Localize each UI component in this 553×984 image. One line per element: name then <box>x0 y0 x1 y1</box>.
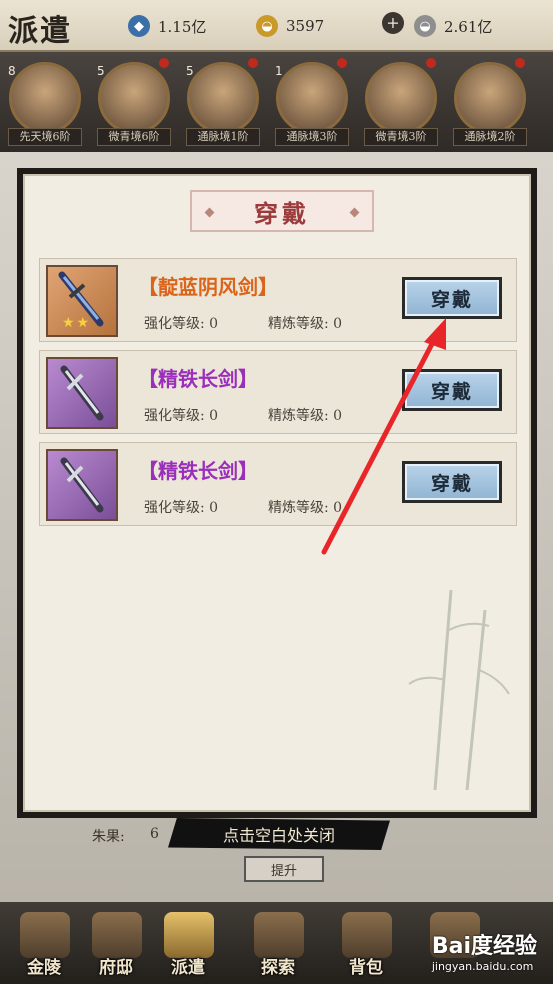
hero-avatar <box>187 62 259 134</box>
strengthen-level: 强化等级: 0 <box>144 408 219 424</box>
watermark-logo: Bai度经验 <box>431 934 537 959</box>
gem-icon: ◆ <box>128 15 150 37</box>
page-title: 派遣 <box>8 14 72 49</box>
list-item: 【精铁长剑】 强化等级: 0 精炼等级: 0 穿戴 <box>39 442 517 526</box>
resource-gem[interactable]: ◆ 1.15亿 <box>128 14 206 38</box>
bamboo-decoration-icon <box>408 589 510 790</box>
fruit-label: 朱果: <box>92 829 125 845</box>
close-hint[interactable]: 点击空白处关闭 <box>168 818 390 850</box>
nav-explore[interactable]: 探索 <box>236 908 320 982</box>
equip-button[interactable]: 穿戴 <box>402 461 502 503</box>
nav-label: 派遣 <box>171 958 205 978</box>
hero-portrait[interactable]: 8 先天境6阶 <box>4 62 86 150</box>
watermark: Bai度经验 jingyan.baidu.com <box>432 928 537 973</box>
notification-dot <box>337 58 347 68</box>
hero-rank-tag: 通脉境2阶 <box>453 128 527 146</box>
list-item: 【精铁长剑】 强化等级: 0 精炼等级: 0 穿戴 <box>39 350 517 434</box>
strengthen-level: 强化等级: 0 <box>144 500 219 516</box>
nav-dispatch[interactable]: 派遣 <box>146 908 230 982</box>
hero-rank-tag: 通脉境3阶 <box>275 128 349 146</box>
explore-icon <box>254 912 304 958</box>
sword-icon <box>46 357 118 429</box>
gem-value: 1.15亿 <box>158 17 207 36</box>
hero-level: 8 <box>8 64 16 78</box>
top-bar: 派遣 ◆ 1.15亿 ◒ 3597 + ◒ 2.61亿 <box>0 0 553 52</box>
dialog-header: 穿戴 <box>190 190 374 232</box>
dialog-title: 穿戴 <box>254 198 310 228</box>
strengthen-level: 强化等级: 0 <box>144 316 219 332</box>
hero-avatar <box>98 62 170 134</box>
notification-dot <box>515 58 525 68</box>
notification-dot <box>426 58 436 68</box>
notification-dot <box>159 58 169 68</box>
backpack-icon <box>342 912 392 958</box>
hero-portrait[interactable]: 1 通脉境3阶 <box>271 58 353 150</box>
nav-label: 探索 <box>261 958 295 978</box>
upgrade-button[interactable]: 提升 <box>244 856 324 882</box>
hero-avatar <box>276 62 348 134</box>
mansion-icon <box>92 912 142 958</box>
nav-label: 背包 <box>349 958 383 978</box>
equip-dialog: 穿戴 ★★ 【靛蓝阴风剑】 强化等级: 0 精炼等级: 0 穿戴 【精铁长剑】 … <box>17 168 537 818</box>
resource-silver[interactable]: ◒ 2.61亿 <box>414 14 492 38</box>
refine-level: 精炼等级: 0 <box>268 316 343 332</box>
hero-rank-tag: 微青境3阶 <box>364 128 438 146</box>
refine-level: 精炼等级: 0 <box>268 408 343 424</box>
city-gate-icon <box>20 912 70 958</box>
hero-rank-tag: 微青境6阶 <box>97 128 171 146</box>
refine-level: 精炼等级: 0 <box>268 500 343 516</box>
hero-level: 5 <box>186 64 194 78</box>
item-name: 【精铁长剑】 <box>138 367 258 391</box>
list-item: ★★ 【靛蓝阴风剑】 强化等级: 0 精炼等级: 0 穿戴 <box>39 258 517 342</box>
diamond-ornament-icon <box>349 207 360 218</box>
resource-gold[interactable]: ◒ 3597 <box>256 14 324 38</box>
equip-button[interactable]: 穿戴 <box>402 277 502 319</box>
hero-avatar <box>9 62 81 134</box>
hero-portrait[interactable]: 5 微青境6阶 <box>93 58 175 150</box>
item-name: 【靛蓝阴风剑】 <box>138 275 278 299</box>
dispatch-icon <box>164 912 214 958</box>
add-currency-button[interactable]: + <box>382 12 404 34</box>
silver-value: 2.61亿 <box>444 17 493 36</box>
dialog-panel: 穿戴 ★★ 【靛蓝阴风剑】 强化等级: 0 精炼等级: 0 穿戴 【精铁长剑】 … <box>23 174 531 812</box>
fruit-value: 6 <box>150 826 159 842</box>
sword-icon <box>46 449 118 521</box>
hero-avatar <box>454 62 526 134</box>
hero-portrait[interactable]: 5 通脉境1阶 <box>182 58 264 150</box>
hero-level: 1 <box>275 64 283 78</box>
hero-avatar <box>365 62 437 134</box>
star-rating: ★★ <box>62 315 92 331</box>
hero-portrait[interactable]: 通脉境2阶 <box>449 58 531 150</box>
watermark-url: jingyan.baidu.com <box>431 960 534 973</box>
gold-value: 3597 <box>286 17 325 35</box>
hero-rank-tag: 通脉境1阶 <box>186 128 260 146</box>
nav-backpack[interactable]: 背包 <box>324 908 408 982</box>
hero-portrait[interactable]: 微青境3阶 <box>360 58 442 150</box>
diamond-ornament-icon <box>204 207 215 218</box>
gold-ingot-icon: ◒ <box>256 15 278 37</box>
notification-dot <box>248 58 258 68</box>
hero-level: 5 <box>97 64 105 78</box>
silver-ingot-icon: ◒ <box>414 15 436 37</box>
item-name: 【精铁长剑】 <box>138 459 258 483</box>
equip-button[interactable]: 穿戴 <box>402 369 502 411</box>
hero-row: 8 先天境6阶 5 微青境6阶 5 通脉境1阶 1 通脉境3阶 微青境3阶 通脉… <box>0 52 553 152</box>
hero-rank-tag: 先天境6阶 <box>8 128 82 146</box>
sword-icon: ★★ <box>46 265 118 337</box>
